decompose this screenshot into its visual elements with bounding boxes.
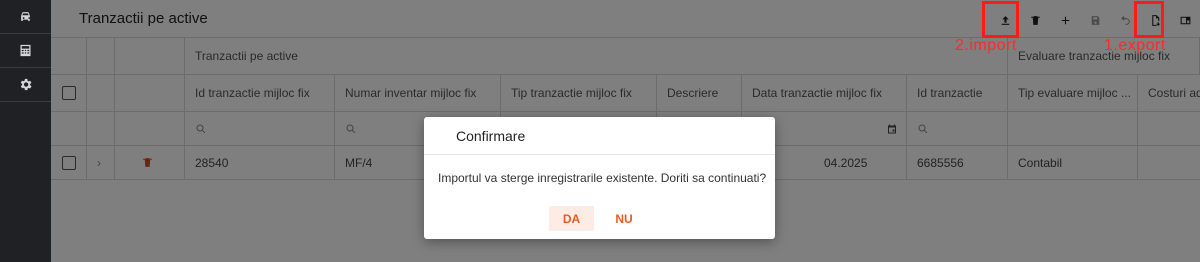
dialog-message: Importul va sterge inregistrarile existe…	[438, 171, 767, 185]
export-annotation-label: 1.export	[1104, 37, 1166, 54]
sidebar-item-vehicles[interactable]	[0, 0, 51, 34]
import-annotation-label: 2.import	[955, 37, 1017, 54]
confirm-dialog: Confirmare Importul va sterge inregistra…	[424, 117, 775, 239]
cancel-button[interactable]: NU	[606, 206, 642, 231]
sidebar-item-calculator[interactable]	[0, 34, 51, 68]
calculator-icon	[20, 44, 31, 57]
gear-icon	[20, 78, 32, 91]
sidebar-item-settings[interactable]	[0, 68, 51, 102]
dialog-title: Confirmare	[456, 128, 526, 144]
confirm-button[interactable]: DA	[549, 206, 594, 231]
export-highlight-box	[1134, 1, 1164, 38]
import-highlight-box	[982, 1, 1019, 38]
car-icon	[21, 12, 31, 21]
dialog-divider	[424, 154, 775, 155]
sidebar	[0, 0, 51, 262]
